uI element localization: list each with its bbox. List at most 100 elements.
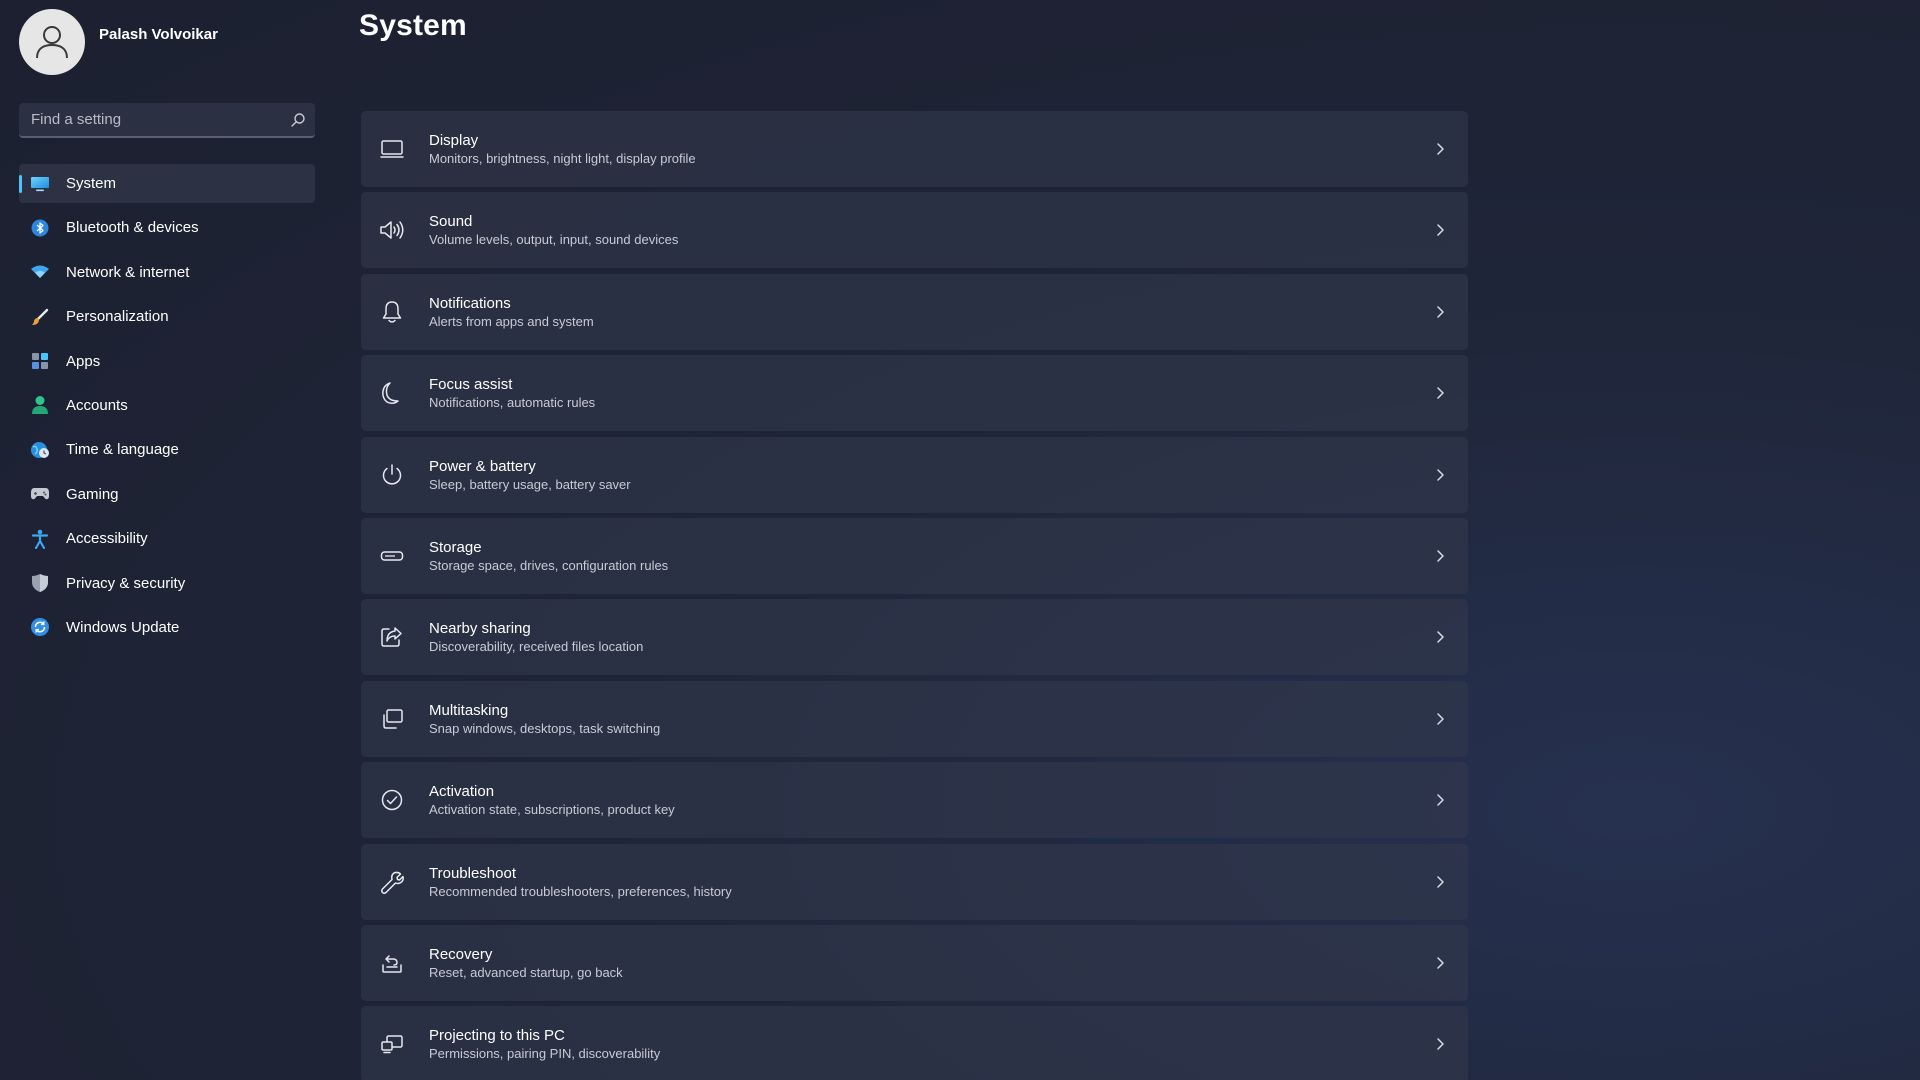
sidebar-item-bluetooth[interactable]: Bluetooth & devices [19, 208, 315, 247]
user-profile[interactable]: Palash Volvoikar [19, 9, 218, 75]
sidebar-item-accessibility[interactable]: Accessibility [19, 519, 315, 558]
speaker-icon [378, 216, 406, 244]
chevron-right-icon [1430, 302, 1450, 322]
brush-icon [28, 305, 52, 329]
setting-subtitle: Discoverability, received files location [429, 639, 644, 655]
sidebar-item-network[interactable]: Network & internet [19, 253, 315, 292]
check-circle-icon [378, 786, 406, 814]
setting-subtitle: Activation state, subscriptions, product… [429, 802, 675, 818]
sidebar-item-time-language[interactable]: Time & language [19, 430, 315, 469]
sidebar-item-privacy-security[interactable]: Privacy & security [19, 564, 315, 603]
chevron-right-icon [1430, 220, 1450, 240]
sidebar: Palash Volvoikar System [0, 0, 335, 1080]
accessibility-icon [28, 527, 52, 551]
gamepad-icon [28, 482, 52, 506]
bell-icon [378, 298, 406, 326]
sidebar-item-label: Bluetooth & devices [66, 219, 199, 237]
setting-display[interactable]: Display Monitors, brightness, night ligh… [361, 111, 1468, 187]
chevron-right-icon [1430, 790, 1450, 810]
setting-nearby-sharing[interactable]: Nearby sharing Discoverability, received… [361, 599, 1468, 676]
setting-title: Nearby sharing [429, 620, 531, 638]
moon-icon [378, 379, 406, 407]
sidebar-item-label: Time & language [66, 441, 179, 459]
setting-subtitle: Reset, advanced startup, go back [429, 964, 623, 980]
setting-subtitle: Notifications, automatic rules [429, 395, 596, 411]
page-title: System [359, 9, 467, 42]
setting-activation[interactable]: Activation Activation state, subscriptio… [361, 762, 1468, 839]
power-icon [378, 461, 406, 489]
sidebar-item-windows-update[interactable]: Windows Update [19, 608, 315, 647]
sidebar-item-apps[interactable]: Apps [19, 342, 315, 381]
search-icon[interactable] [281, 103, 315, 136]
sidebar-item-label: Personalization [66, 308, 169, 326]
avatar[interactable] [19, 9, 85, 75]
chevron-right-icon [1430, 953, 1450, 973]
chevron-right-icon [1430, 872, 1450, 892]
setting-title: Projecting to this PC [429, 1027, 565, 1045]
wrench-icon [378, 868, 406, 896]
sidebar-item-personalization[interactable]: Personalization [19, 297, 315, 336]
search-input[interactable] [19, 110, 281, 129]
setting-subtitle: Permissions, pairing PIN, discoverabilit… [429, 1046, 661, 1062]
chevron-right-icon [1430, 709, 1450, 729]
setting-title: Troubleshoot [429, 864, 516, 882]
setting-subtitle: Recommended troubleshooters, preferences… [429, 883, 732, 899]
sidebar-item-label: Accessibility [66, 530, 148, 548]
setting-recovery[interactable]: Recovery Reset, advanced startup, go bac… [361, 924, 1468, 1001]
sidebar-item-accounts[interactable]: Accounts [19, 386, 315, 425]
search-box[interactable] [19, 103, 315, 138]
setting-title: Multitasking [429, 701, 509, 719]
setting-title: Activation [429, 783, 495, 801]
person-icon [28, 393, 52, 417]
setting-storage[interactable]: Storage Storage space, drives, configura… [361, 517, 1468, 594]
setting-title: Display [429, 132, 479, 149]
user-icon [36, 26, 68, 59]
sidebar-item-gaming[interactable]: Gaming [19, 475, 315, 514]
setting-subtitle: Storage space, drives, configuration rul… [429, 557, 669, 573]
sidebar-item-label: Apps [66, 352, 101, 370]
setting-subtitle: Volume levels, output, input, sound devi… [429, 232, 679, 248]
chevron-right-icon [1430, 465, 1450, 485]
multitasking-icon [378, 705, 406, 733]
sidebar-nav: System Bluetooth & devices Network & int… [19, 164, 315, 652]
setting-power-battery[interactable]: Power & battery Sleep, battery usage, ba… [361, 436, 1468, 513]
setting-projecting[interactable]: Projecting to this PC Permissions, pairi… [361, 1006, 1468, 1080]
sidebar-item-label: Privacy & security [66, 574, 186, 592]
sidebar-item-label: System [66, 175, 117, 192]
setting-multitasking[interactable]: Multitasking Snap windows, desktops, tas… [361, 680, 1468, 757]
setting-title: Notifications [429, 294, 511, 312]
storage-drive-icon [378, 542, 406, 570]
chevron-right-icon [1430, 383, 1450, 403]
chevron-right-icon [1430, 1034, 1450, 1054]
setting-subtitle: Sleep, battery usage, battery saver [429, 476, 631, 492]
sidebar-item-label: Windows Update [66, 618, 180, 636]
setting-focus-assist[interactable]: Focus assist Notifications, automatic ru… [361, 355, 1468, 432]
chevron-right-icon [1430, 627, 1450, 647]
monitor-icon [28, 172, 52, 196]
setting-title: Focus assist [429, 376, 513, 394]
setting-troubleshoot[interactable]: Troubleshoot Recommended troubleshooters… [361, 843, 1468, 920]
settings-window: Palash Volvoikar System [0, 0, 1920, 1080]
wifi-icon [28, 260, 52, 284]
sidebar-item-label: Gaming [66, 485, 119, 503]
recovery-icon [378, 949, 406, 977]
chevron-right-icon [1430, 546, 1450, 566]
profile-name: Palash Volvoikar [99, 25, 218, 43]
setting-subtitle: Monitors, brightness, night light, displ… [429, 151, 696, 166]
setting-subtitle: Alerts from apps and system [429, 313, 594, 329]
setting-title: Power & battery [429, 457, 536, 475]
projecting-icon [378, 1030, 406, 1058]
chevron-right-icon [1430, 139, 1450, 159]
setting-subtitle: Snap windows, desktops, task switching [429, 720, 661, 736]
sidebar-item-system[interactable]: System [19, 164, 315, 203]
display-icon [378, 135, 406, 163]
setting-notifications[interactable]: Notifications Alerts from apps and syste… [361, 273, 1468, 350]
sidebar-item-label: Accounts [66, 396, 128, 414]
bluetooth-icon [28, 216, 52, 240]
apps-icon [28, 349, 52, 373]
setting-title: Sound [429, 213, 473, 231]
share-icon [378, 623, 406, 651]
setting-sound[interactable]: Sound Volume levels, output, input, soun… [361, 192, 1468, 269]
setting-title: Recovery [429, 945, 493, 963]
sidebar-item-label: Network & internet [66, 263, 190, 281]
